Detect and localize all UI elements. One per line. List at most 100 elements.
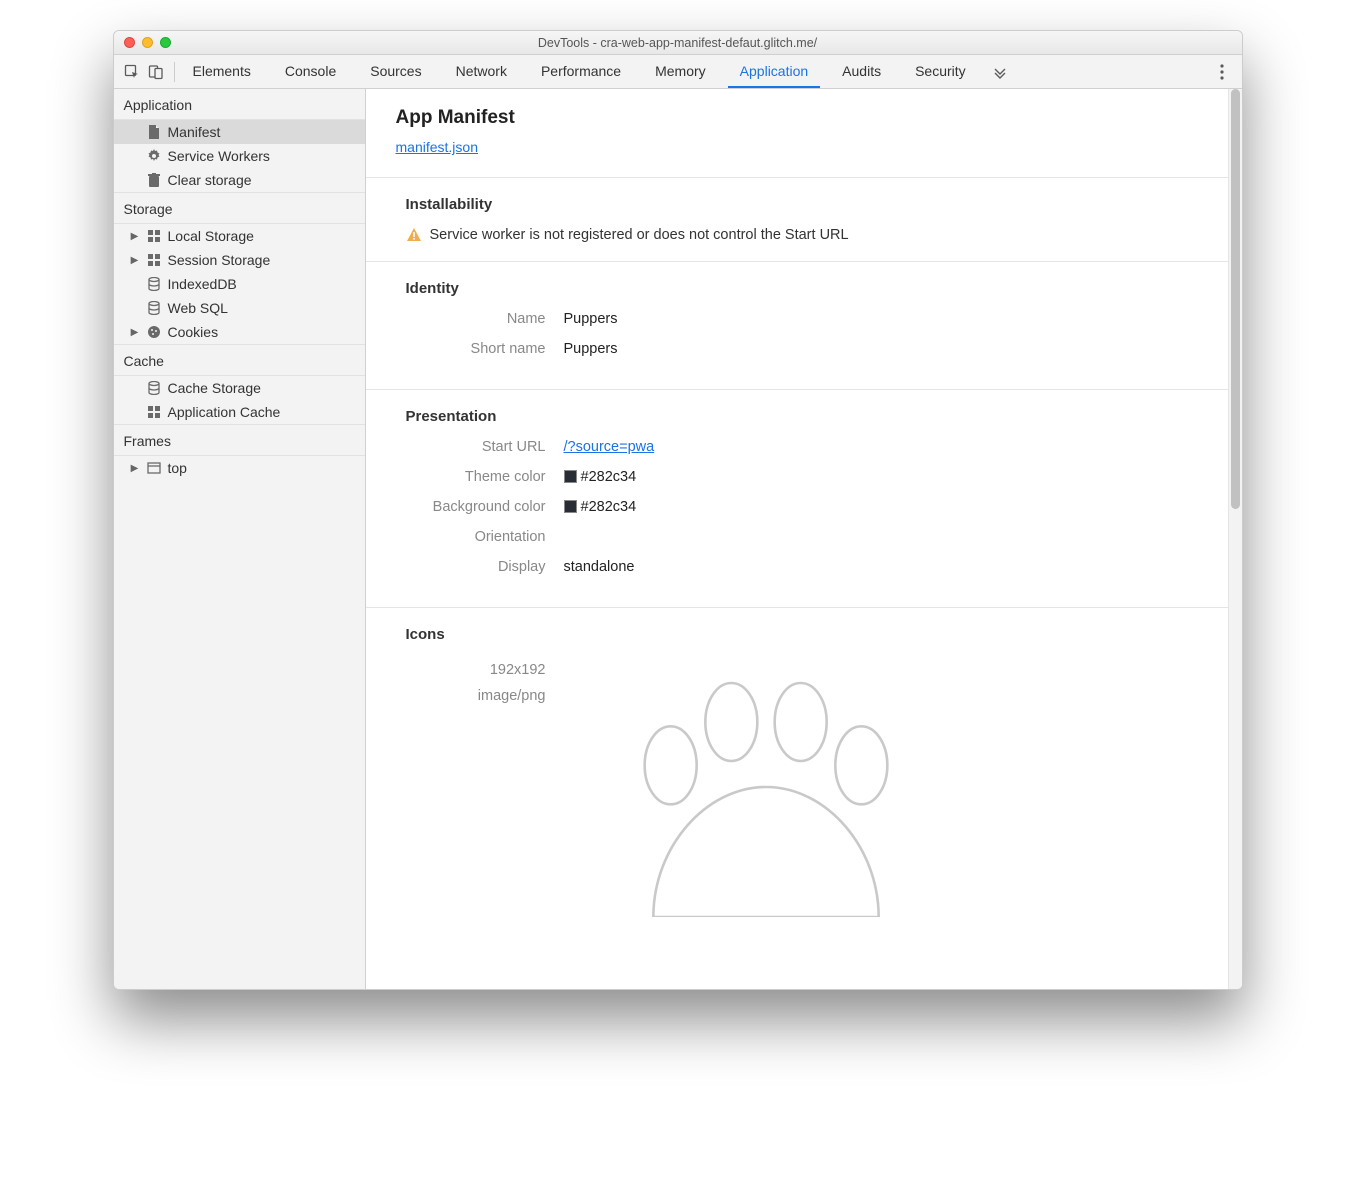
frame-icon [146, 460, 162, 476]
expand-icon[interactable]: ▶ [130, 231, 140, 242]
kv-value: standalone [564, 559, 635, 575]
page-title: App Manifest [366, 107, 1242, 139]
section-heading: Presentation [406, 408, 1212, 425]
device-toolbar-icon[interactable] [144, 60, 168, 84]
traffic-lights [114, 37, 171, 48]
kv-label: Background color [406, 499, 546, 515]
grid-icon [146, 404, 162, 420]
grid-icon [146, 228, 162, 244]
tab-performance[interactable]: Performance [529, 55, 633, 88]
sidebar-item-label: Application Cache [168, 404, 281, 420]
kv-label: Short name [406, 341, 546, 357]
tab-memory[interactable]: Memory [643, 55, 718, 88]
kv-label: Display [406, 559, 546, 575]
sidebar-item-label: Manifest [168, 124, 221, 140]
scrollbar[interactable] [1228, 89, 1242, 989]
grid-icon [146, 252, 162, 268]
sidebar-item-top-frame[interactable]: ▶ top [114, 456, 365, 480]
section-presentation: Presentation Start URL /?source=pwa Them… [366, 389, 1242, 607]
tab-application[interactable]: Application [728, 55, 821, 88]
icon-mime: image/png [406, 683, 546, 709]
sidebar-item-label: top [168, 460, 187, 476]
sidebar-group-application: Application Manifest Service Workers [114, 89, 365, 192]
sidebar-item-service-workers[interactable]: Service Workers [114, 144, 365, 168]
inspect-element-icon[interactable] [120, 60, 144, 84]
kv-label: Orientation [406, 529, 546, 545]
more-tabs-icon[interactable] [986, 58, 1014, 86]
database-icon [146, 380, 162, 396]
kv-value: Puppers [564, 341, 618, 357]
window-title: DevTools - cra-web-app-manifest-defaut.g… [538, 36, 817, 50]
minimize-icon[interactable] [142, 37, 153, 48]
sidebar-item-local-storage[interactable]: ▶ Local Storage [114, 224, 365, 248]
tab-console[interactable]: Console [273, 55, 348, 88]
sidebar-item-cache-storage[interactable]: Cache Storage [114, 376, 365, 400]
kv-label: Theme color [406, 469, 546, 485]
kebab-menu-icon[interactable] [1208, 58, 1236, 86]
kv-background-color: Background color #282c34 [406, 499, 1212, 515]
sidebar-group-title: Application [114, 89, 365, 120]
sidebar-item-label: Web SQL [168, 300, 228, 316]
kv-display: Display standalone [406, 559, 1212, 575]
tab-sources[interactable]: Sources [358, 55, 433, 88]
database-icon [146, 276, 162, 292]
section-identity: Identity Name Puppers Short name Puppers [366, 261, 1242, 389]
installability-warning: Service worker is not registered or does… [406, 227, 1212, 243]
sidebar-item-cookies[interactable]: ▶ Cookies [114, 320, 365, 344]
kv-label: Name [406, 311, 546, 327]
sidebar-group-title: Cache [114, 344, 365, 376]
scrollbar-thumb[interactable] [1231, 89, 1240, 509]
sidebar-group-storage: Storage ▶ Local Storage ▶ Session Storag… [114, 192, 365, 344]
section-heading: Icons [406, 626, 1212, 643]
tab-security[interactable]: Security [903, 55, 978, 88]
sidebar-group-title: Storage [114, 192, 365, 224]
sidebar-item-manifest[interactable]: Manifest [114, 120, 365, 144]
manifest-link[interactable]: manifest.json [396, 139, 478, 155]
kv-start-url: Start URL /?source=pwa [406, 439, 1212, 455]
sidebar-group-title: Frames [114, 424, 365, 456]
panel-tabs: Elements Console Sources Network Perform… [181, 55, 978, 88]
icon-size: 192x192 [406, 657, 546, 683]
sidebar-item-label: Clear storage [168, 172, 252, 188]
app-icon-preview [566, 657, 966, 917]
sidebar-item-clear-storage[interactable]: Clear storage [114, 168, 365, 192]
color-swatch [564, 470, 577, 483]
section-heading: Installability [406, 196, 1212, 213]
close-icon[interactable] [124, 37, 135, 48]
sidebar-item-label: Local Storage [168, 228, 254, 244]
sidebar-item-label: Session Storage [168, 252, 271, 268]
tab-network[interactable]: Network [444, 55, 519, 88]
main-panel: App Manifest manifest.json Installabilit… [366, 89, 1242, 989]
kv-value: #282c34 [581, 499, 637, 515]
maximize-icon[interactable] [160, 37, 171, 48]
cookie-icon [146, 324, 162, 340]
kv-value: #282c34 [581, 469, 637, 485]
warning-text: Service worker is not registered or does… [430, 227, 849, 243]
sidebar-item-indexeddb[interactable]: IndexedDB [114, 272, 365, 296]
toolbar-divider [174, 62, 175, 82]
gear-icon [146, 148, 162, 164]
kv-orientation: Orientation [406, 529, 1212, 545]
expand-icon[interactable]: ▶ [130, 255, 140, 266]
expand-icon[interactable]: ▶ [130, 463, 140, 474]
start-url-link[interactable]: /?source=pwa [564, 439, 655, 455]
sidebar-item-web-sql[interactable]: Web SQL [114, 296, 365, 320]
sidebar: Application Manifest Service Workers [114, 89, 366, 989]
sidebar-item-label: Service Workers [168, 148, 270, 164]
database-icon [146, 300, 162, 316]
color-swatch [564, 500, 577, 513]
document-icon [146, 124, 162, 140]
sidebar-item-session-storage[interactable]: ▶ Session Storage [114, 248, 365, 272]
expand-icon[interactable]: ▶ [130, 327, 140, 338]
manifest-link-row: manifest.json [366, 139, 1242, 177]
devtools-window: DevTools - cra-web-app-manifest-defaut.g… [113, 30, 1243, 990]
sidebar-item-application-cache[interactable]: Application Cache [114, 400, 365, 424]
body: Application Manifest Service Workers [114, 89, 1242, 989]
trash-icon [146, 172, 162, 188]
sidebar-group-frames: Frames ▶ top [114, 424, 365, 480]
tab-elements[interactable]: Elements [181, 55, 263, 88]
sidebar-item-label: IndexedDB [168, 276, 237, 292]
tab-audits[interactable]: Audits [830, 55, 893, 88]
section-icons: Icons 192x192 image/png [366, 607, 1242, 935]
warning-icon [406, 227, 422, 243]
